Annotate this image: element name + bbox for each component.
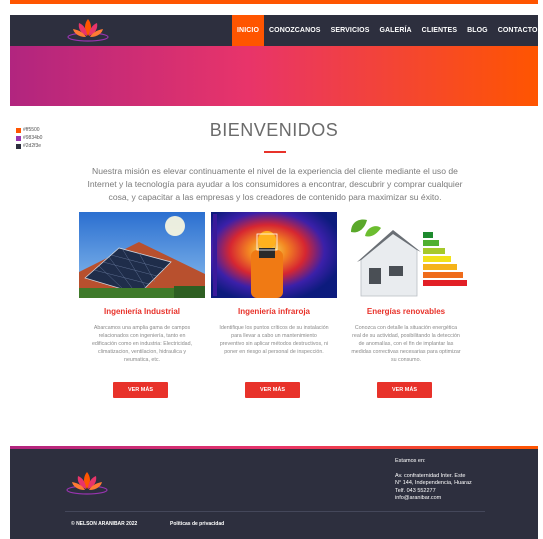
footer-divider: [65, 511, 485, 512]
service-card-industrial: Ingeniería Industrial Abarcamos una ampl…: [79, 212, 205, 398]
top-accent-bar: [10, 0, 538, 4]
thermal-camera-image: [211, 212, 337, 298]
card-title: Ingeniería Industrial: [103, 307, 180, 316]
swatch-label: #2d2f3e: [23, 143, 42, 149]
nav-contacto[interactable]: CONTACTO: [493, 15, 543, 46]
ver-mas-button[interactable]: VER MÁS: [113, 382, 168, 398]
privacy-link[interactable]: Políticas de privacidad: [170, 521, 224, 527]
card-title: Energías renovables: [366, 307, 446, 316]
hero-banner: [10, 46, 538, 106]
contact-heading: Estamos en:: [395, 458, 426, 464]
page-title: BIENVENIDOS: [209, 120, 339, 140]
ver-mas-button[interactable]: VER MÁS: [377, 382, 432, 398]
service-card-renewable: Energías renovables Conozca con detalle …: [343, 212, 469, 398]
email-link[interactable]: info@aranibar.com: [395, 495, 472, 502]
footer-contact: Estamos en: Av. confraternidad Inter. Es…: [395, 458, 472, 502]
card-description: Abarcamos una amplia gama de campos rela…: [91, 325, 193, 363]
copyright-text: © NELSON ARANIBAR 2022: [71, 521, 138, 527]
address-line: N° 144, Independencia, Huaraz: [395, 480, 472, 487]
ver-mas-button[interactable]: VER MÁS: [245, 382, 300, 398]
card-description: Conozca con detalle la situación energét…: [351, 325, 461, 363]
phone-text: Telf. 043 552277: [395, 487, 436, 494]
card-description: Identifique los puntos críticos de su in…: [219, 325, 329, 355]
lotus-logo: [66, 472, 108, 495]
title-underline: [264, 151, 286, 153]
nav-blog[interactable]: BLOG: [462, 15, 493, 46]
nav-galeria[interactable]: GALERÍA: [374, 15, 416, 46]
navbar: INICIO CONOZCANOS SERVICIOS GALERÍA CLIE…: [10, 15, 538, 46]
nav-conozcanos[interactable]: CONOZCANOS: [264, 15, 326, 46]
lotus-logo[interactable]: [66, 16, 112, 44]
solar-panels-image: [79, 212, 205, 298]
nav-servicios[interactable]: SERVICIOS: [326, 15, 375, 46]
nav-inicio[interactable]: INICIO: [232, 15, 264, 46]
card-title: Ingeniería infraroja: [237, 307, 311, 316]
mission-text: Nuestra misión es elevar continuamente e…: [87, 166, 463, 202]
nav-clientes[interactable]: CLIENTES: [417, 15, 462, 46]
palette-swatch: #2d2f3e: [16, 142, 42, 150]
page: INICIO CONOZCANOS SERVICIOS GALERÍA CLIE…: [10, 0, 538, 539]
energy-rating-image: [343, 212, 469, 298]
address-line: Av. confraternidad Inter. Este: [395, 473, 466, 480]
nav-menu: INICIO CONOZCANOS SERVICIOS GALERÍA CLIE…: [232, 15, 543, 46]
service-card-infrared: Ingeniería infraroja Identifique los pun…: [211, 212, 337, 398]
footer: Estamos en: Av. confraternidad Inter. Es…: [10, 449, 538, 539]
